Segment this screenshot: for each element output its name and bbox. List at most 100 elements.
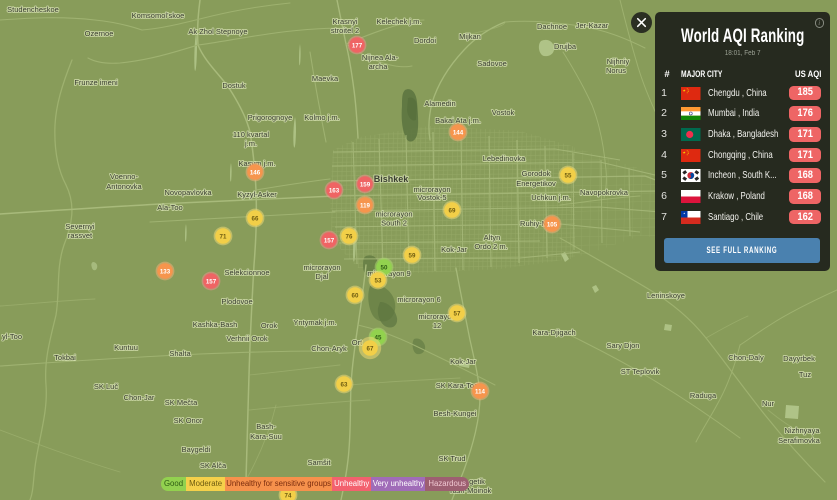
svg-text:Vostok: Vostok bbox=[492, 108, 515, 117]
svg-text:South 2: South 2 bbox=[381, 219, 407, 228]
svg-text:yl-Too: yl-Too bbox=[2, 332, 22, 341]
svg-text:157: 157 bbox=[206, 278, 217, 285]
svg-text:Severnyi: Severnyi bbox=[65, 222, 95, 231]
svg-text:Studencheskoe: Studencheskoe bbox=[7, 5, 59, 14]
svg-text:59: 59 bbox=[409, 252, 416, 259]
svg-text:j.m.: j.m. bbox=[244, 139, 257, 148]
svg-text:ST Teplovik: ST Teplovik bbox=[621, 367, 660, 376]
svg-text:163: 163 bbox=[329, 187, 340, 194]
svg-text:Prigorognoye: Prigorognoye bbox=[248, 113, 293, 122]
svg-text:Maevka: Maevka bbox=[312, 74, 339, 83]
svg-text:Energetikov: Energetikov bbox=[516, 179, 556, 188]
svg-text:Orok: Orok bbox=[261, 321, 278, 330]
svg-text:Bash-: Bash- bbox=[256, 422, 276, 431]
svg-text:110 kvartal: 110 kvartal bbox=[233, 130, 269, 139]
svg-text:SK Alča: SK Alča bbox=[200, 461, 227, 470]
svg-text:144: 144 bbox=[453, 129, 464, 136]
svg-text:archa: archa bbox=[369, 62, 389, 71]
svg-text:66: 66 bbox=[252, 215, 259, 222]
svg-text:Bishkek: Bishkek bbox=[374, 174, 410, 184]
svg-text:getik: getik bbox=[469, 477, 485, 486]
svg-text:Alamedin: Alamedin bbox=[424, 99, 455, 108]
svg-text:Verhnii Orok: Verhnii Orok bbox=[226, 334, 268, 343]
svg-text:Baygeldi: Baygeldi bbox=[182, 445, 211, 454]
svg-text:Sadovoe: Sadovoe bbox=[477, 59, 507, 68]
svg-text:67: 67 bbox=[367, 345, 374, 352]
svg-text:microrayon 6: microrayon 6 bbox=[397, 295, 440, 304]
svg-text:Novopavlovka: Novopavlovka bbox=[164, 188, 212, 197]
svg-text:Kolmo j.m.: Kolmo j.m. bbox=[304, 113, 339, 122]
svg-text:Tokbai: Tokbai bbox=[54, 353, 76, 362]
svg-text:Serafimovka: Serafimovka bbox=[778, 436, 821, 445]
svg-text:Dordoi: Dordoi bbox=[414, 36, 436, 45]
svg-text:Antonovka: Antonovka bbox=[106, 182, 142, 191]
svg-text:Mijkan: Mijkan bbox=[459, 32, 481, 41]
svg-text:Raduga: Raduga bbox=[690, 391, 717, 400]
svg-text:Komsomol'skoe: Komsomol'skoe bbox=[132, 11, 185, 20]
svg-text:Voenno-: Voenno- bbox=[110, 172, 138, 181]
svg-text:Ala-Too: Ala-Too bbox=[157, 203, 182, 212]
svg-text:Shalta: Shalta bbox=[169, 349, 191, 358]
svg-text:Navopokrovka: Navopokrovka bbox=[580, 188, 629, 197]
svg-text:Ozernoe: Ozernoe bbox=[85, 29, 114, 38]
svg-text:Kara-Suu: Kara-Suu bbox=[250, 432, 282, 441]
svg-text:Chon-Jar: Chon-Jar bbox=[124, 393, 155, 402]
svg-text:133: 133 bbox=[160, 268, 171, 275]
svg-text:Vostok-5: Vostok-5 bbox=[417, 193, 446, 202]
svg-text:55: 55 bbox=[565, 172, 572, 179]
svg-text:157: 157 bbox=[324, 237, 335, 244]
svg-text:Drujba: Drujba bbox=[554, 42, 577, 51]
svg-text:71: 71 bbox=[220, 233, 227, 240]
svg-text:Chon-Aryk: Chon-Aryk bbox=[311, 344, 347, 353]
svg-text:Dayyrbek: Dayyrbek bbox=[783, 354, 815, 363]
svg-text:Tuz: Tuz bbox=[799, 370, 811, 379]
svg-text:Dostuk: Dostuk bbox=[222, 81, 246, 90]
svg-text:Kyzyl-Asker: Kyzyl-Asker bbox=[237, 190, 277, 199]
svg-text:Dachnoe: Dachnoe bbox=[537, 22, 567, 31]
svg-text:Kashka-Bash: Kashka-Bash bbox=[193, 320, 238, 329]
svg-text:Nijhniy: Nijhniy bbox=[607, 57, 630, 66]
svg-text:Kara-Djigach: Kara-Djigach bbox=[532, 328, 575, 337]
svg-text:114: 114 bbox=[475, 388, 486, 395]
svg-text:119: 119 bbox=[360, 202, 371, 209]
svg-text:Chon-Daly: Chon-Daly bbox=[728, 353, 764, 362]
svg-text:Uchkun j.m.: Uchkun j.m. bbox=[531, 193, 571, 202]
svg-text:SK Luč: SK Luč bbox=[94, 382, 118, 391]
svg-text:12: 12 bbox=[433, 321, 441, 330]
svg-text:SK Mečta: SK Mečta bbox=[165, 398, 198, 407]
svg-text:Ordo 2 m.: Ordo 2 m. bbox=[474, 242, 507, 251]
svg-text:Kuntuu: Kuntuu bbox=[114, 343, 138, 352]
svg-text:Kok-Jar: Kok-Jar bbox=[441, 245, 467, 254]
svg-text:Plodovoe: Plodovoe bbox=[221, 297, 252, 306]
svg-text:Leninskoye: Leninskoye bbox=[647, 291, 685, 300]
svg-text:159: 159 bbox=[360, 181, 371, 188]
svg-text:146: 146 bbox=[250, 169, 261, 176]
svg-text:Yntymak j.m.: Yntymak j.m. bbox=[293, 318, 336, 327]
svg-text:SK Trud: SK Trud bbox=[438, 454, 465, 463]
svg-text:SK Onor: SK Onor bbox=[174, 416, 203, 425]
svg-text:Samšit: Samšit bbox=[308, 458, 332, 467]
svg-text:Nizhnyaya: Nizhnyaya bbox=[784, 426, 820, 435]
svg-text:Selekcionnoe: Selekcionnoe bbox=[224, 268, 269, 277]
svg-text:Lebedinovka: Lebedinovka bbox=[483, 154, 526, 163]
svg-text:69: 69 bbox=[449, 207, 456, 214]
svg-text:Jer-Kazar: Jer-Kazar bbox=[576, 21, 609, 30]
svg-text:Frunze imeni: Frunze imeni bbox=[74, 78, 118, 87]
svg-text:63: 63 bbox=[341, 381, 348, 388]
svg-text:microrayon: microrayon bbox=[375, 210, 412, 219]
svg-text:76: 76 bbox=[346, 233, 353, 240]
svg-text:74: 74 bbox=[285, 492, 292, 499]
svg-text:57: 57 bbox=[454, 310, 461, 317]
svg-text:Ak Zhol Stepnoye: Ak Zhol Stepnoye bbox=[188, 27, 247, 36]
svg-text:Kok-Jar: Kok-Jar bbox=[450, 357, 476, 366]
svg-text:Besh-Kungei: Besh-Kungei bbox=[434, 409, 477, 418]
svg-text:Sary Djon: Sary Djon bbox=[607, 341, 640, 350]
svg-text:Norus: Norus bbox=[606, 66, 626, 75]
svg-text:stroitel 2: stroitel 2 bbox=[331, 26, 359, 35]
svg-text:Kelechek j.m.: Kelechek j.m. bbox=[376, 17, 421, 26]
svg-text:Nur: Nur bbox=[762, 399, 775, 408]
svg-text:177: 177 bbox=[352, 42, 363, 49]
svg-text:Djal: Djal bbox=[316, 272, 329, 281]
svg-text:Nijnea Ala-: Nijnea Ala- bbox=[362, 53, 399, 62]
svg-text:105: 105 bbox=[547, 221, 558, 228]
